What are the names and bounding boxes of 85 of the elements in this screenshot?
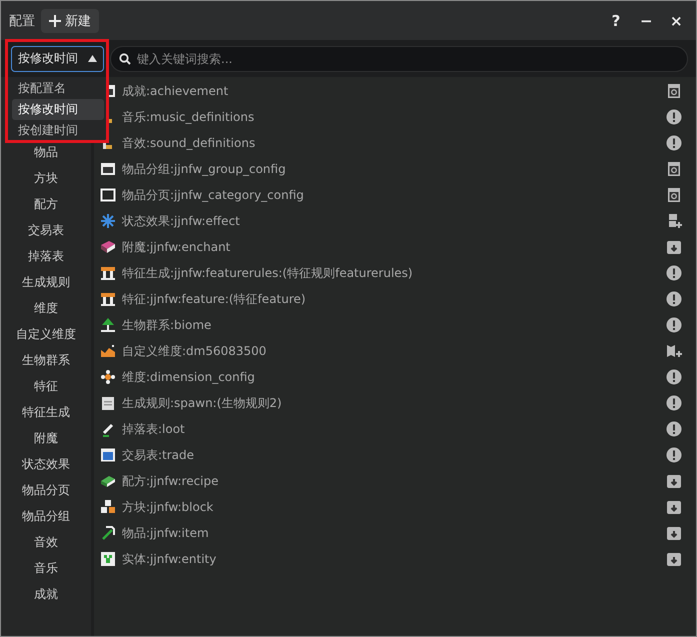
config-entry[interactable]: 生成规则:spawn:(生物规则2) [122, 394, 660, 412]
minimize-button[interactable]: − [634, 10, 658, 30]
clipboard-icon [100, 395, 116, 411]
refresh-window-icon [666, 161, 682, 177]
sidebar-item[interactable]: 掉落表 [1, 243, 91, 269]
config-entry[interactable]: 方块:jjnfw:block [122, 498, 660, 516]
sort-option[interactable]: 按修改时间 [12, 99, 104, 120]
landscape-icon [100, 343, 116, 359]
close-button[interactable]: × [664, 10, 688, 30]
config-entry[interactable]: 生物群系:biome [122, 316, 660, 334]
sidebar-item[interactable]: 音效 [1, 529, 91, 555]
sidebar-item[interactable]: 自定义维度 [1, 321, 91, 347]
download-icon [666, 239, 682, 255]
sidebar-item[interactable]: 交易表 [1, 217, 91, 243]
flower-icon [100, 369, 116, 385]
sort-option[interactable]: 按配置名 [12, 78, 104, 99]
warning-icon [666, 421, 682, 437]
creeper-icon [100, 551, 116, 567]
warning-icon [666, 265, 682, 281]
config-entry[interactable]: 特征:jjnfw:feature:(特征feature) [122, 290, 660, 308]
warning-icon [666, 395, 682, 411]
sidebar-item[interactable]: 生成规则 [1, 269, 91, 295]
window-title: 配置 [9, 12, 35, 30]
sidebar-item[interactable]: 物品分组 [1, 503, 91, 529]
sidebar-item[interactable]: 特征生成 [1, 399, 91, 425]
config-entry[interactable]: 物品分页:jjnfw_category_config [122, 186, 660, 204]
sort-dropdown[interactable]: 按修改时间 [11, 46, 104, 72]
config-entry[interactable]: 配方:jjnfw:recipe [122, 472, 660, 490]
sidebar-item[interactable]: 物品 [1, 139, 91, 165]
pickaxe-icon [100, 525, 116, 541]
config-entry[interactable]: 物品分组:jjnfw_group_config [122, 160, 660, 178]
download-icon [666, 551, 682, 567]
snowflake-icon [100, 213, 116, 229]
config-entry[interactable]: 音效:sound_definitions [122, 134, 660, 152]
shrine-icon [100, 291, 116, 307]
sort-option[interactable]: 按创建时间 [12, 120, 104, 141]
search-field[interactable]: 键入关键词搜索... [110, 46, 688, 72]
search-icon [119, 52, 131, 64]
sidebar-item[interactable]: 音乐 [1, 555, 91, 581]
config-entry[interactable]: 特征生成:jjnfw:featurerules:(特征规则featurerules) [122, 264, 660, 282]
download-icon [666, 525, 682, 541]
config-entry[interactable]: 实体:jjnfw:entity [122, 550, 660, 568]
help-button[interactable]: ? [604, 10, 628, 30]
sidebar-item[interactable]: 附魔 [1, 425, 91, 451]
config-entry[interactable]: 附魔:jjnfw:enchant [122, 238, 660, 256]
sidebar-item[interactable]: 配方 [1, 191, 91, 217]
sidebar-item[interactable]: 方块 [1, 165, 91, 191]
list-icon [100, 447, 116, 463]
warning-icon [666, 135, 682, 151]
config-entry[interactable]: 维度:dimension_config [122, 368, 660, 386]
warning-icon [666, 369, 682, 385]
warning-icon [666, 291, 682, 307]
calendar-icon [100, 161, 116, 177]
book-icon [100, 473, 116, 489]
config-entry[interactable]: 交易表:trade [122, 446, 660, 464]
sidebar-item[interactable]: 生物群系 [1, 347, 91, 373]
refresh-window-icon [666, 187, 682, 203]
cubes-icon [100, 499, 116, 515]
map-add-icon [666, 343, 682, 359]
plus-icon [49, 14, 61, 26]
config-entry[interactable]: 音乐:music_definitions [122, 108, 660, 126]
sidebar-item[interactable]: 成就 [1, 581, 91, 607]
sidebar-item[interactable]: 特征 [1, 373, 91, 399]
warning-icon [666, 317, 682, 333]
download-icon [666, 499, 682, 515]
refresh-window-icon [666, 83, 682, 99]
warning-icon [666, 109, 682, 125]
tree-icon [100, 317, 116, 333]
config-entry[interactable]: 自定义维度:dm56083500 [122, 342, 660, 360]
new-button[interactable]: 新建 [41, 8, 99, 32]
warning-icon [666, 447, 682, 463]
config-entry[interactable]: 成就:achievement [122, 82, 660, 100]
window-icon [100, 187, 116, 203]
config-entry[interactable]: 物品:jjnfw:item [122, 524, 660, 542]
config-entry[interactable]: 状态效果:jjnfw:effect [122, 212, 660, 230]
sidebar-item[interactable]: 维度 [1, 295, 91, 321]
sidebar-item[interactable]: 状态效果 [1, 451, 91, 477]
config-entry[interactable]: 掉落表:loot [122, 420, 660, 438]
download-icon [666, 473, 682, 489]
caret-icon [88, 55, 97, 62]
shrine-icon [100, 265, 116, 281]
add-item-icon [666, 213, 682, 229]
bone-icon [100, 421, 116, 437]
book-icon [100, 239, 116, 255]
sidebar-item[interactable]: 物品分页 [1, 477, 91, 503]
